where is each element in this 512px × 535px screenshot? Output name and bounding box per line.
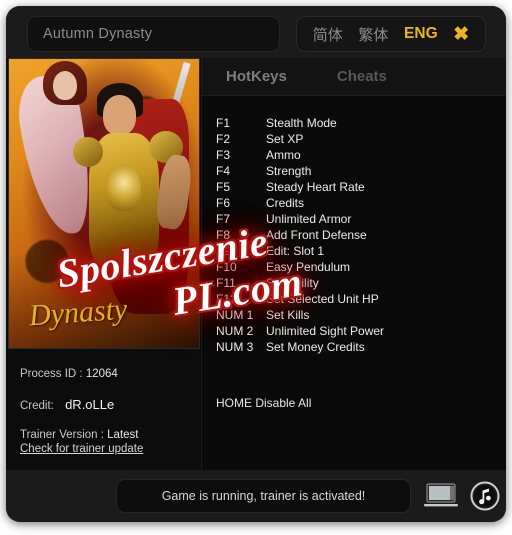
lang-button-traditional[interactable]: 繁体 <box>358 24 388 45</box>
left-panel: Dynasty Process ID : 12064 Credit: dR.oL… <box>6 58 202 470</box>
hotkey-label: Edit: Slot 1 <box>266 244 325 258</box>
status-bar: Game is running, trainer is activated! <box>6 470 506 522</box>
hotkey-key: F4 <box>216 164 231 178</box>
game-title-text: Autumn Dynasty <box>43 26 153 42</box>
hotkey-key: NUM 1 <box>216 308 254 322</box>
trainer-window: Autumn Dynasty 简体 繁体 ENG ✖ Dynasty Proce… <box>6 6 506 522</box>
hotkey-key: F2 <box>216 132 231 146</box>
hotkey-label: Easy Pendulum <box>266 260 351 274</box>
tab-cheats[interactable]: Cheats <box>327 68 397 85</box>
hotkey-key: F7 <box>216 212 231 226</box>
hotkey-key: F10 <box>216 260 237 274</box>
disable-all-hotkey[interactable]: HOME Disable All <box>216 396 311 410</box>
hotkey-key: F6 <box>216 196 231 210</box>
cover-figure-male-head <box>103 95 136 135</box>
hotkey-key: F8 <box>216 228 231 242</box>
music-note-icon[interactable] <box>470 481 500 511</box>
hotkey-label: Set Kills <box>266 308 310 322</box>
status-message-box: Game is running, trainer is activated! <box>116 479 411 513</box>
hotkey-row[interactable]: F11 Set Agility <box>202 276 506 292</box>
hotkey-row[interactable]: F5 Steady Heart Rate <box>202 180 506 196</box>
cover-pauldron-left <box>73 137 103 167</box>
hotkey-row[interactable]: F12 Set Selected Unit HP <box>202 292 506 308</box>
hotkey-list: F1 Stealth Mode F2 Set XP F3 Ammo F4 Str… <box>202 116 506 356</box>
status-message-text: Game is running, trainer is activated! <box>161 489 366 503</box>
hotkey-row[interactable]: F10 Easy Pendulum <box>202 260 506 276</box>
hotkey-row[interactable]: NUM 1 Set Kills <box>202 308 506 324</box>
process-id-value: 12064 <box>85 368 118 380</box>
hotkey-label: Unlimited Armor <box>266 212 352 226</box>
content-area: Dynasty Process ID : 12064 Credit: dR.oL… <box>6 58 506 470</box>
hotkey-row[interactable]: NUM 3 Set Money Credits <box>202 340 506 356</box>
app-root: Autumn Dynasty 简体 繁体 ENG ✖ Dynasty Proce… <box>0 0 512 535</box>
hotkey-label: Stealth Mode <box>266 116 337 130</box>
hotkey-key: F12 <box>216 292 237 306</box>
hotkey-label: Set Selected Unit HP <box>266 292 379 306</box>
title-bar: Autumn Dynasty 简体 繁体 ENG ✖ <box>6 6 506 58</box>
tab-bar: HotKeys Cheats <box>202 58 506 96</box>
hotkey-key: NUM 3 <box>216 340 254 354</box>
cover-figure-female-head <box>53 71 77 100</box>
process-id-row: Process ID : 12064 <box>20 368 196 380</box>
hotkey-row[interactable]: NUM 2 Unlimited Sight Power <box>202 324 506 340</box>
hotkey-key: F3 <box>216 148 231 162</box>
game-title-input[interactable]: Autumn Dynasty <box>27 16 280 52</box>
hotkey-label: Credits <box>266 196 305 210</box>
check-update-row: Check for trainer update <box>20 443 196 455</box>
hotkey-label: Unlimited Sight Power <box>266 324 385 338</box>
hotkey-label: Set Agility <box>266 276 319 290</box>
hotkey-row[interactable]: F4 Strength <box>202 164 506 180</box>
hotkey-key: F11 <box>216 276 236 290</box>
trainer-version-label: Trainer Version : <box>20 429 104 441</box>
hotkey-label: Set Money Credits <box>266 340 365 354</box>
info-panel: Process ID : 12064 Credit: dR.oLLe Train… <box>20 368 196 455</box>
hotkey-label: Steady Heart Rate <box>266 180 365 194</box>
credit-row: Credit: dR.oLLe <box>20 397 196 412</box>
cover-chest-plate <box>107 165 141 211</box>
hotkey-key: NUM 2 <box>216 324 254 338</box>
check-for-trainer-update-link[interactable]: Check for trainer update <box>20 443 143 455</box>
lang-button-simplified[interactable]: 简体 <box>313 24 343 45</box>
hotkey-key: F5 <box>216 180 231 194</box>
right-panel: HotKeys Cheats F1 Stealth Mode F2 Set XP… <box>202 58 506 470</box>
hotkey-row[interactable]: F6 Credits <box>202 196 506 212</box>
hotkey-row[interactable]: F3 Ammo <box>202 148 506 164</box>
tab-hotkeys[interactable]: HotKeys <box>216 68 297 85</box>
lang-button-english[interactable]: ENG <box>404 25 438 43</box>
hotkey-label: Ammo <box>266 148 301 162</box>
credit-value: dR.oLLe <box>65 397 115 412</box>
hotkey-row[interactable]: F8 Add Front Defense <box>202 228 506 244</box>
game-cover-art: Dynasty <box>8 58 200 349</box>
hotkey-row[interactable]: F1 Stealth Mode <box>202 116 506 132</box>
hotkey-label: Set XP <box>266 132 304 146</box>
hotkey-label: Strength <box>266 164 312 178</box>
laptop-icon[interactable] <box>424 483 458 509</box>
hotkey-key: F9 <box>216 244 231 258</box>
credit-label: Credit: <box>20 400 54 412</box>
hotkey-row[interactable]: F9 Edit: Slot 1 <box>202 244 506 260</box>
cover-title-text: Dynasty <box>27 292 129 333</box>
hotkey-key: F1 <box>216 116 231 130</box>
language-switcher: 简体 繁体 ENG ✖ <box>296 16 486 52</box>
hotkey-label: Add Front Defense <box>266 228 367 242</box>
trainer-version-row: Trainer Version : Latest <box>20 429 196 441</box>
trainer-version-value: Latest <box>107 429 139 441</box>
hotkey-row[interactable]: F7 Unlimited Armor <box>202 212 506 228</box>
process-id-label: Process ID : <box>20 368 83 380</box>
close-icon[interactable]: ✖ <box>453 25 469 44</box>
hotkey-row[interactable]: F2 Set XP <box>202 132 506 148</box>
